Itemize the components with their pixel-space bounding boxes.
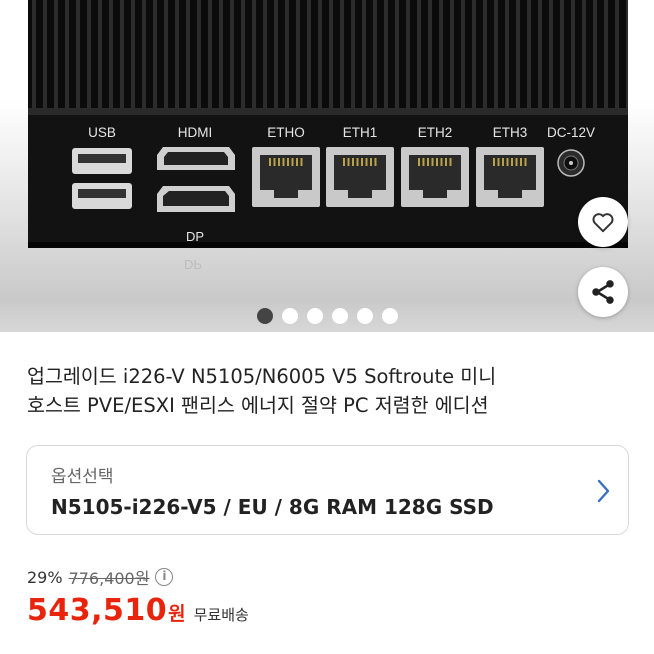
option-selected-value: N5105-i226-V5 / EU / 8G RAM 128G SSD — [51, 495, 494, 519]
carousel-indicator — [257, 308, 398, 324]
currency-unit: 원 — [168, 603, 186, 625]
port-label-eth0: ETHO — [267, 125, 305, 140]
info-icon[interactable]: i — [155, 568, 174, 586]
carousel-dot[interactable] — [332, 308, 348, 324]
reflection-dp-label: DP — [184, 257, 203, 272]
port-label-hdmi: HDMI — [178, 125, 213, 140]
carousel-dot[interactable] — [382, 308, 398, 324]
port-label-eth3: ETH3 — [493, 125, 528, 140]
port-label-dp: DP — [186, 229, 204, 244]
heart-icon — [592, 213, 614, 233]
like-button[interactable] — [578, 197, 628, 247]
share-button[interactable] — [578, 267, 628, 317]
product-image: USB HDMI ETHO ETH1 ETH2 ETH3 DC-12V DP — [28, 0, 628, 250]
port-label-dc: DC-12V — [547, 125, 595, 140]
mini-pc-illustration: USB HDMI ETHO ETH1 ETH2 ETH3 DC-12V DP — [28, 0, 628, 248]
dp-port — [157, 186, 235, 212]
ethernet-port — [326, 147, 394, 207]
carousel-dot[interactable] — [257, 308, 273, 324]
price-row: 543,510 원 무료배송 — [27, 593, 249, 628]
discount-row: 29% 776,400원 i — [27, 565, 174, 589]
carousel-dot[interactable] — [307, 308, 323, 324]
hdmi-port — [157, 147, 235, 170]
dc-jack — [557, 149, 585, 177]
product-title-line-1: 업그레이드 i226-V N5105/N6005 V5 Softroute 미니 — [27, 365, 497, 388]
sale-price: 543,510 — [27, 593, 168, 628]
product-title: 업그레이드 i226-V N5105/N6005 V5 Softroute 미니… — [27, 362, 627, 420]
option-select[interactable]: 옵션선택 N5105-i226-V5 / EU / 8G RAM 128G SS… — [26, 445, 629, 535]
chevron-right-icon — [597, 479, 610, 503]
ethernet-port — [476, 147, 544, 207]
shipping-info: 무료배송 — [193, 606, 249, 624]
port-label-eth1: ETH1 — [343, 125, 378, 140]
port-label-eth2: ETH2 — [418, 125, 453, 140]
share-icon — [592, 280, 614, 304]
carousel-dot[interactable] — [282, 308, 298, 324]
ethernet-port — [401, 147, 469, 207]
option-select-label: 옵션선택 — [51, 467, 114, 487]
ethernet-port — [252, 147, 320, 207]
product-title-line-2: 호스트 PVE/ESXI 팬리스 에너지 절약 PC 저렴한 에디션 — [27, 394, 489, 417]
port-label-usb: USB — [88, 125, 116, 140]
discount-rate: 29% — [27, 567, 63, 587]
product-image-carousel[interactable]: USB HDMI ETHO ETH1 ETH2 ETH3 DC-12V DP D… — [0, 0, 654, 332]
carousel-dot[interactable] — [357, 308, 373, 324]
original-price: 776,400원 — [68, 569, 150, 588]
